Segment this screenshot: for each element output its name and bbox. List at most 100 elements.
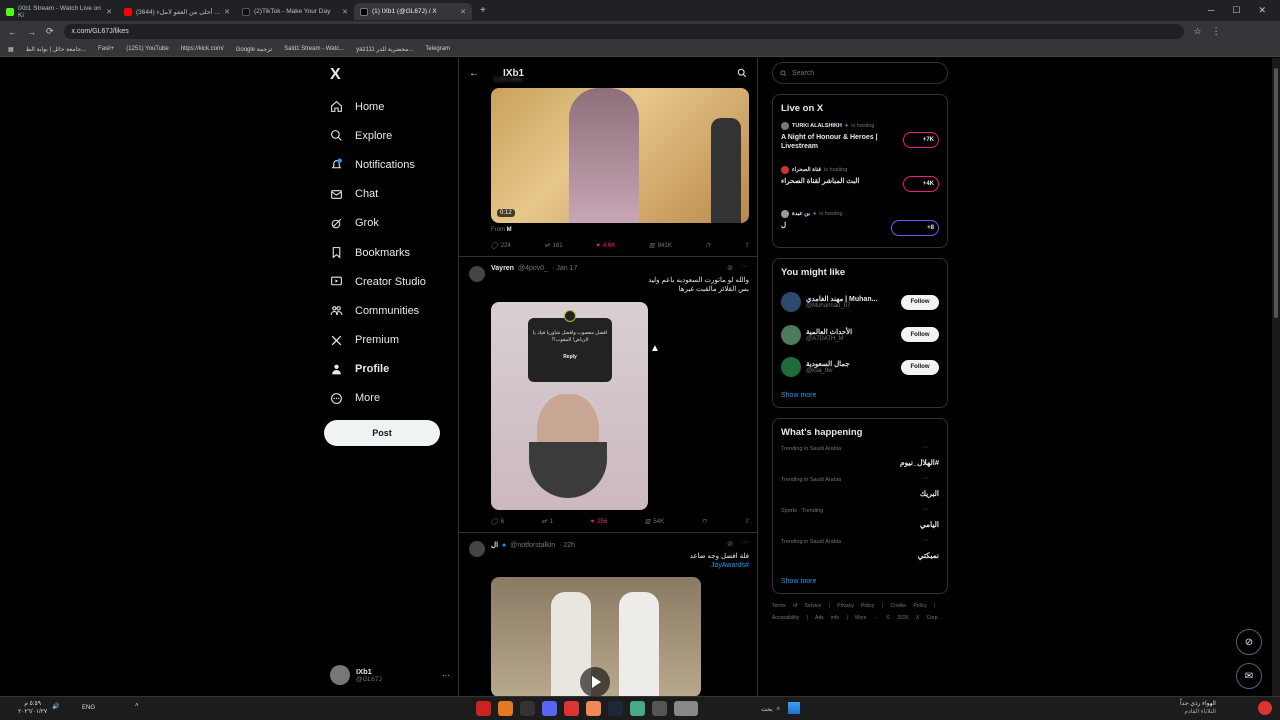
grok-icon[interactable]: ⊘ [727,540,733,548]
nav-premium[interactable]: Premium [324,326,454,355]
nav-more[interactable]: More [324,384,454,413]
bookmark-5[interactable]: Sald1 Stream - Watc... [284,46,344,52]
trend-item[interactable]: Sports · Trending ··· اليامي [781,506,939,539]
app-icon[interactable] [586,701,601,716]
like-button[interactable]: ♥ 4.6K [596,242,615,249]
follow-button[interactable]: Follow [901,359,939,375]
bookmark-2[interactable]: (1251) YouTube [126,46,168,52]
author-name[interactable]: ال [491,541,498,549]
follow-suggestion[interactable]: مهند الغامدي | Muhan... @Muhannad_b7 Foll… [781,286,939,319]
chrome-icon[interactable] [630,701,645,716]
trend-more-icon[interactable]: ··· [922,475,929,482]
star-icon[interactable]: ☆ [1194,26,1202,37]
tweet-more-icon[interactable]: ··· [741,263,748,270]
nav-chat[interactable]: Chat [324,180,454,209]
close-icon[interactable]: ✕ [460,8,466,16]
url-input[interactable]: x.com/GL67J/likes [63,24,1184,39]
back-icon[interactable]: ← [8,27,17,37]
browser-tab-3[interactable]: (1) IXb1 (@GL67J) / X ✕ [354,3,472,20]
follow-suggestion[interactable]: الأحداث العالمية @A7DATH_M Follow [781,319,939,352]
retweet-button[interactable]: ⇄ 181 [545,242,563,250]
app-icon[interactable] [674,701,698,716]
app-icon[interactable] [520,701,535,716]
footer-links[interactable]: Terms of Service | Privacy Policy | Cook… [772,600,948,624]
nav-bookmarks[interactable]: Bookmarks [324,238,454,267]
close-icon[interactable]: ✕ [224,8,230,16]
x-logo[interactable]: X [324,58,454,92]
bookmark-1[interactable]: Fasil+ [98,46,114,52]
trend-more-icon[interactable]: ··· [922,506,929,513]
account-more-icon[interactable]: ··· [442,671,450,680]
steam-icon[interactable] [608,701,623,716]
forward-icon[interactable]: → [27,27,36,37]
close-icon[interactable]: ✕ [342,8,348,16]
reply-button[interactable]: ◯ 224 [491,242,511,250]
weather-widget[interactable]: الهواء رذي جداً الثلاثاء القادم [1180,700,1216,716]
scrollbar-thumb[interactable] [1274,68,1278,318]
discord-icon[interactable] [542,701,557,716]
bookmark-6[interactable]: yaz111 محضرية للدر... [356,46,413,53]
grok-button[interactable]: ⊘ [1236,629,1262,655]
views-button[interactable]: ▥ 841K [649,242,672,250]
bookmark-button[interactable]: ⊓ [702,518,707,525]
tweet-image[interactable]: افضل معصوب وافضل شاوريا فيك يا الرياض! ا… [491,302,648,510]
nav-profile[interactable]: Profile [324,355,454,384]
share-button[interactable]: ⇪ [744,518,749,525]
bookmark-4[interactable]: Google ترجمة [236,46,272,53]
nav-explore[interactable]: Explore [324,121,454,150]
volume-icon[interactable]: 🔊 [52,703,59,710]
nav-grok[interactable]: Grok [324,209,454,238]
menu-icon[interactable]: ⋮ [1212,26,1221,37]
minimize-icon[interactable]: ─ [1208,5,1214,16]
trend-more-icon[interactable]: ··· [922,444,929,451]
browser-tab-0[interactable]: IXb1 Stream - Watch Live on Ki ✕ [0,3,118,20]
nav-notifications[interactable]: Notifications [324,150,454,179]
app-icon[interactable] [498,701,513,716]
browser-tab-2[interactable]: (2)TikTok - Make Your Day ✕ [236,3,354,20]
follow-button[interactable]: Follow [901,294,939,310]
search-input[interactable]: Search [772,62,948,84]
bookmark-7[interactable]: Telegram [425,46,450,52]
video-thumbnail[interactable] [491,577,701,696]
play-icon[interactable] [580,667,610,696]
account-switcher[interactable]: IXb1 @GL67J ··· [330,661,450,689]
close-window-icon[interactable]: ✕ [1258,5,1266,16]
bookmark-3[interactable]: https://kick.com/ [181,46,224,52]
post-button[interactable]: Post [324,420,440,446]
app-icon[interactable] [652,701,667,716]
grok-icon[interactable]: ⊘ [727,264,733,272]
nav-home[interactable]: Home [324,92,454,121]
app-icon[interactable] [564,701,579,716]
bookmark-0[interactable]: جامعة حائل | بوابة الط... [26,46,86,53]
reply-button[interactable]: ◯ 6 [491,518,504,526]
nav-creator-studio[interactable]: Creator Studio [324,267,454,296]
trend-item[interactable]: Trending in Saudi Arabia ··· نمبكتي [781,537,939,570]
follow-suggestion[interactable]: جمال السعودية @ksa_9w Follow [781,351,939,384]
tweet-more-icon[interactable]: ··· [741,539,748,546]
author-name[interactable]: Vayren [491,265,514,272]
trend-item[interactable]: Trending in Saudi Arabia ··· #الهلال_نيوم [781,444,939,477]
bookmark-button[interactable]: ⊓ [706,242,711,249]
app-icon[interactable] [476,701,491,716]
like-button[interactable]: ♥ 256 [591,518,608,525]
maximize-icon[interactable]: ☐ [1232,5,1240,16]
share-button[interactable]: ⇪ [744,242,749,249]
live-item[interactable]: قناة الصحراء is hosting البث المباشر لقنا… [781,166,939,210]
trend-item[interactable]: Trending in Saudi Arabia ··· البريك [781,475,939,508]
show-more-link[interactable]: Show more [781,578,939,585]
retweet-button[interactable]: ⇄ 1 [542,518,553,526]
search-icon[interactable] [737,68,747,78]
avatar[interactable] [469,266,485,282]
messages-button[interactable]: ✉ [1236,663,1262,689]
show-more-link[interactable]: Show more [781,392,939,399]
input-language[interactable]: ENG [82,705,95,711]
reload-icon[interactable]: ⟳ [46,26,54,37]
follow-button[interactable]: Follow [901,327,939,343]
clock[interactable]: ٥:٥٩ م ٢٠٢٦/٠١/٢٧ [18,700,47,716]
avatar[interactable] [469,541,485,557]
views-button[interactable]: ▥ 54K [645,518,664,526]
nav-communities[interactable]: Communities [324,296,454,325]
tray-chevron-icon[interactable]: ˄ [135,703,139,709]
scrollbar[interactable] [1272,58,1280,696]
new-tab-button[interactable]: + [480,5,486,16]
